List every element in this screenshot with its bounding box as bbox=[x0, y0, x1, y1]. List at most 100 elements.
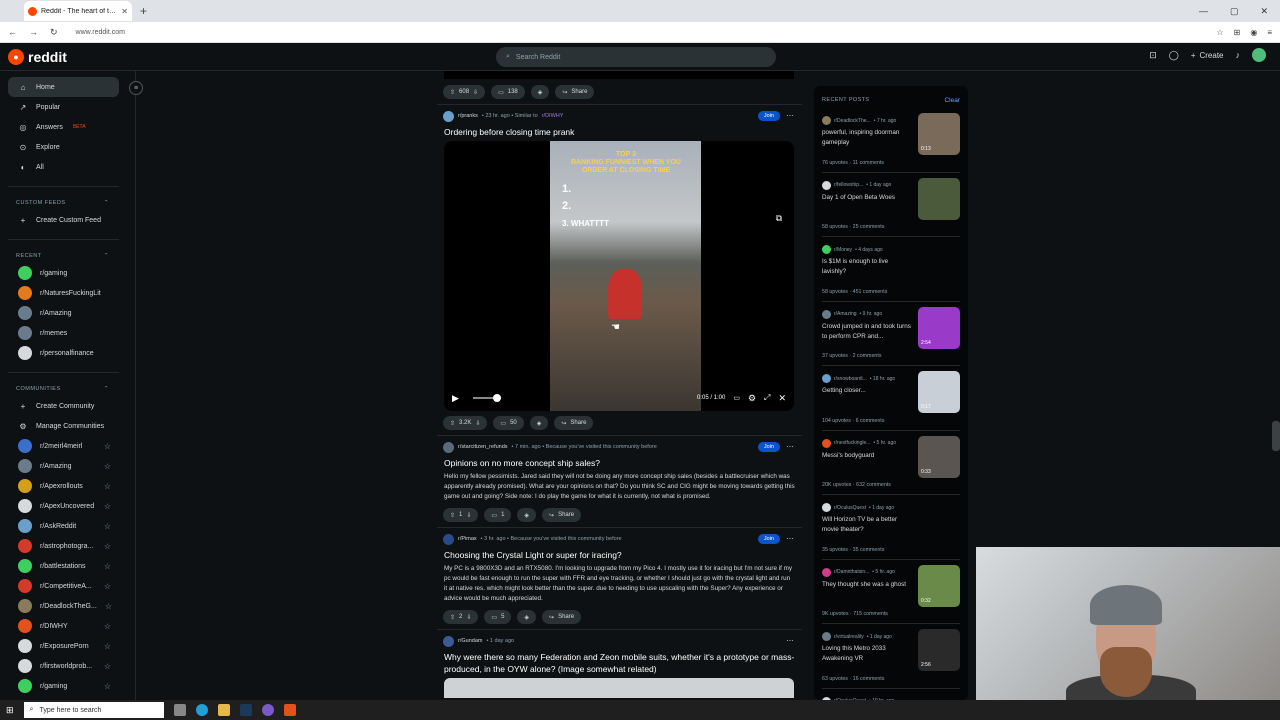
recent-post-item[interactable]: r/fellowship... • 1 day ago Day 1 of Open … bbox=[822, 173, 960, 237]
recent-post-title[interactable]: They thought she was a ghost bbox=[822, 580, 914, 590]
recent-post-title[interactable]: Getting closer... bbox=[822, 386, 914, 396]
subreddit-link[interactable]: r/snowboardi... bbox=[834, 376, 867, 382]
recent-post-item[interactable]: r/virtualreality • 1 day ago Loving this M… bbox=[822, 624, 960, 689]
sidebar-item-community[interactable]: r/DIWHY ☆ bbox=[0, 616, 119, 636]
sidebar-item-community[interactable]: r/Amazing bbox=[0, 303, 119, 323]
settings-icon[interactable]: ⚙ bbox=[748, 393, 756, 404]
post-card[interactable]: r/Pimax • 3 hr. ago • Because you've vis… bbox=[437, 532, 802, 627]
subreddit-link[interactable]: r/OculusQuest bbox=[834, 505, 866, 511]
subreddit-link[interactable]: r/starcitizen_refunds bbox=[458, 444, 508, 450]
recent-post-item[interactable]: r/Amazing • 9 hr. ago Crowd jumped in and … bbox=[822, 302, 960, 366]
favorite-star-icon[interactable]: ☆ bbox=[104, 522, 111, 531]
browser-tab[interactable]: Reddit - The heart of the intern ✕ bbox=[24, 1, 132, 21]
scrubber-handle[interactable] bbox=[492, 394, 501, 402]
subreddit-link[interactable]: r/virtualreality bbox=[834, 634, 864, 640]
reddit-logo[interactable]: ● reddit bbox=[8, 48, 67, 65]
recent-post-thumbnail[interactable]: 0:33 bbox=[918, 435, 960, 478]
recent-post-item[interactable]: r/OculusQuest • 1 day ago Will Horizon TV … bbox=[822, 495, 960, 560]
create-community-button[interactable]: + Create Community bbox=[0, 396, 119, 416]
recent-post-title[interactable]: Will Horizon TV be a better movie theate… bbox=[822, 515, 914, 535]
chat-icon[interactable]: ◯ bbox=[1169, 50, 1179, 61]
favorite-star-icon[interactable]: ☆ bbox=[105, 602, 112, 611]
favorite-star-icon[interactable]: ☆ bbox=[104, 582, 111, 591]
favorite-star-icon[interactable]: ☆ bbox=[104, 462, 111, 471]
sidebar-item-community[interactable]: r/personalfinance bbox=[0, 343, 119, 363]
comments-button[interactable]: ▭ 138 bbox=[491, 85, 525, 99]
file-explorer-icon[interactable] bbox=[217, 704, 230, 716]
sidebar-item-community[interactable]: r/firstworldprob... ☆ bbox=[0, 656, 119, 676]
close-window-button[interactable]: ✕ bbox=[1260, 6, 1268, 17]
favorite-star-icon[interactable]: ☆ bbox=[104, 682, 111, 691]
sidebar-item-popular[interactable]: ↗ Popular bbox=[0, 97, 119, 117]
award-button[interactable]: ◈ bbox=[517, 610, 537, 624]
sidebar-item-home[interactable]: ⌂ Home bbox=[8, 77, 119, 97]
create-button[interactable]: + Create bbox=[1191, 51, 1224, 60]
sidebar-item-community[interactable]: r/gaming ☆ bbox=[0, 676, 119, 696]
mute-icon[interactable]: ✕ bbox=[778, 393, 786, 404]
post-title[interactable]: Opinions on no more concept ship sales? bbox=[437, 454, 802, 472]
more-options-icon[interactable]: ⋯ bbox=[784, 112, 796, 120]
recent-header[interactable]: RECENT ⌃ bbox=[0, 249, 135, 263]
sidebar-item-community[interactable]: r/NaturesFuckingLit bbox=[0, 283, 119, 303]
subreddit-link[interactable]: r/Amazing bbox=[834, 311, 857, 317]
share-button[interactable]: ↪ Share bbox=[542, 508, 582, 522]
recent-post-title[interactable]: Messi's bodyguard bbox=[822, 451, 914, 461]
task-view-icon[interactable] bbox=[173, 704, 186, 716]
share-button[interactable]: ↪ Share bbox=[555, 85, 595, 99]
sidebar-item-community[interactable]: r/ApexUncovered ☆ bbox=[0, 496, 119, 516]
subreddit-link[interactable]: r/Pimax bbox=[458, 536, 477, 542]
sidebar-item-explore[interactable]: ⊙ Explore bbox=[0, 137, 119, 157]
sidebar-item-community[interactable]: r/DeadlockTheG... ☆ bbox=[0, 596, 119, 616]
vote-button[interactable]: ⇧ 1 ⇩ bbox=[443, 508, 479, 522]
favorite-star-icon[interactable]: ☆ bbox=[104, 442, 111, 451]
recent-post-item[interactable]: r/Money • 4 days ago Is $1M is enough to l… bbox=[822, 237, 960, 302]
avatar[interactable] bbox=[1252, 48, 1266, 62]
communities-header[interactable]: COMMUNITIES ⌃ bbox=[0, 382, 135, 396]
vote-button[interactable]: ⇧ 2 ⇩ bbox=[443, 610, 479, 624]
join-button[interactable]: Join bbox=[757, 442, 780, 452]
comments-button[interactable]: ▭ 50 bbox=[493, 416, 524, 430]
award-button[interactable]: ◈ bbox=[517, 508, 537, 522]
sidebar-item-community[interactable]: r/Amazing ☆ bbox=[0, 456, 119, 476]
profile-icon[interactable]: ◉ bbox=[1250, 28, 1257, 37]
post-title[interactable]: Why were there so many Federation and Ze… bbox=[437, 648, 802, 678]
recent-post-item[interactable]: r/OculusQuest• 19 hr. agoOne game before… bbox=[822, 689, 960, 700]
favorite-star-icon[interactable]: ☆ bbox=[104, 502, 111, 511]
video-scrubber[interactable] bbox=[472, 394, 501, 402]
join-button[interactable]: Join bbox=[757, 111, 780, 121]
recent-post-thumbnail[interactable]: 2:54 bbox=[918, 306, 960, 349]
create-custom-feed-button[interactable]: + Create Custom Feed bbox=[0, 210, 119, 230]
sidebar-item-community[interactable]: r/CompetitiveA... ☆ bbox=[0, 576, 119, 596]
close-tab-icon[interactable]: ✕ bbox=[121, 7, 128, 16]
custom-feeds-header[interactable]: CUSTOM FEEDS ⌃ bbox=[0, 196, 135, 210]
post-card[interactable]: r/starcitizen_refunds • 7 min. ago • Bec… bbox=[437, 440, 802, 525]
recent-post-item[interactable]: r/Damnthatsin... • 5 hr. ago They thought … bbox=[822, 560, 960, 624]
recent-post-thumbnail[interactable]: 0:13 bbox=[918, 113, 960, 155]
subreddit-link[interactable]: r/nextfuckingle... bbox=[834, 440, 870, 446]
favorite-star-icon[interactable]: ☆ bbox=[104, 622, 111, 631]
sidebar-item-all[interactable]: ◐ All bbox=[0, 157, 119, 177]
more-options-icon[interactable]: ⋯ bbox=[784, 637, 796, 645]
captions-icon[interactable]: ▭ bbox=[733, 394, 740, 402]
favorite-star-icon[interactable]: ☆ bbox=[104, 482, 111, 491]
post-title[interactable]: Choosing the Crystal Light or super for … bbox=[437, 546, 802, 564]
recent-post-title[interactable]: Day 1 of Open Beta Woes bbox=[822, 193, 914, 203]
taskbar-search-input[interactable]: ⌕ Type here to search bbox=[23, 702, 164, 718]
sidebar-item-community[interactable]: r/Apexrollouts ☆ bbox=[0, 476, 119, 496]
reload-icon[interactable]: ↻ bbox=[50, 27, 58, 38]
recent-post-thumbnail[interactable]: 2:56 bbox=[918, 629, 960, 671]
notifications-icon[interactable]: ♪ bbox=[1236, 50, 1241, 60]
recent-post-title[interactable]: powerful, inspiring doorman gameplay bbox=[822, 128, 914, 148]
minimize-button[interactable]: — bbox=[1199, 6, 1208, 17]
sidebar-item-community[interactable]: r/AskReddit ☆ bbox=[0, 516, 119, 536]
join-button[interactable]: Join bbox=[757, 534, 780, 544]
clear-button[interactable]: Clear bbox=[944, 97, 960, 104]
play-icon[interactable]: ▶ bbox=[452, 393, 459, 404]
sidebar-item-community[interactable]: r/ExposurePorn ☆ bbox=[0, 636, 119, 656]
subreddit-link[interactable]: r/DeadlockThe... bbox=[834, 118, 871, 124]
menu-icon[interactable]: ≡ bbox=[1267, 28, 1272, 37]
recent-post-item[interactable]: r/nextfuckingle... • 5 hr. ago Messi's bod… bbox=[822, 431, 960, 495]
app-icon[interactable] bbox=[261, 704, 274, 716]
picture-in-picture-icon[interactable]: ⧉ bbox=[776, 213, 782, 224]
more-options-icon[interactable]: ⋯ bbox=[784, 443, 796, 451]
